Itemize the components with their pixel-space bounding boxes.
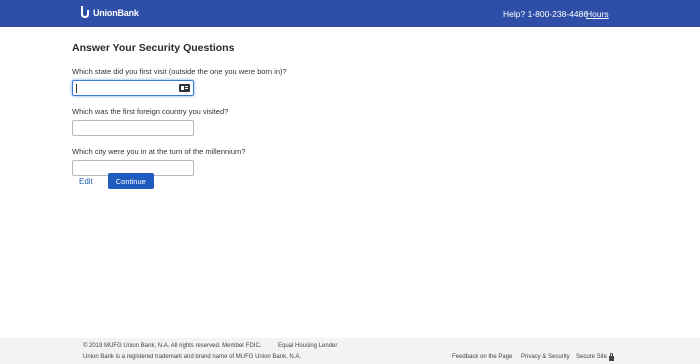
- hours-link[interactable]: Hours: [586, 9, 609, 19]
- question-1-answer-input[interactable]: [72, 80, 194, 96]
- footer-equal-housing: Equal Housing Lender: [278, 343, 338, 349]
- form-actions: Edit Continue: [72, 173, 154, 189]
- footer-trademark: Union Bank is a registered trademark and…: [83, 354, 302, 360]
- lock-icon: [609, 352, 615, 361]
- question-2-answer-input[interactable]: [72, 120, 194, 136]
- top-header: UnionBank Help? 1-800-238-4486 Hours: [0, 0, 700, 27]
- feedback-link[interactable]: Feedback on the Page: [452, 354, 512, 360]
- secure-site-label: Secure Site: [576, 354, 608, 360]
- question-2-label: Which was the first foreign country you …: [72, 107, 229, 116]
- question-1-label: Which state did you first visit (outside…: [72, 67, 287, 76]
- footer: [0, 338, 700, 364]
- union-bank-logo[interactable]: UnionBank: [79, 6, 139, 19]
- continue-button[interactable]: Continue: [107, 173, 154, 189]
- footer-copyright: © 2019 MUFG Union Bank, N.A. All rights …: [83, 343, 262, 349]
- text-caret: [76, 84, 77, 93]
- question-3-label: Which city were you in at the turn of th…: [72, 147, 246, 156]
- help-phone-text: Help? 1-800-238-4486: [503, 9, 589, 19]
- autofill-card-icon[interactable]: [179, 84, 190, 92]
- security-questions-form: Answer Your Security Questions Which sta…: [72, 42, 472, 186]
- union-bank-logo-icon: [81, 6, 89, 18]
- privacy-security-link[interactable]: Privacy & Security: [521, 354, 570, 360]
- page-title: Answer Your Security Questions: [72, 42, 235, 54]
- edit-link[interactable]: Edit: [79, 177, 93, 186]
- logo-text: UnionBank: [93, 7, 139, 18]
- secure-site-link[interactable]: Secure Site: [576, 352, 615, 361]
